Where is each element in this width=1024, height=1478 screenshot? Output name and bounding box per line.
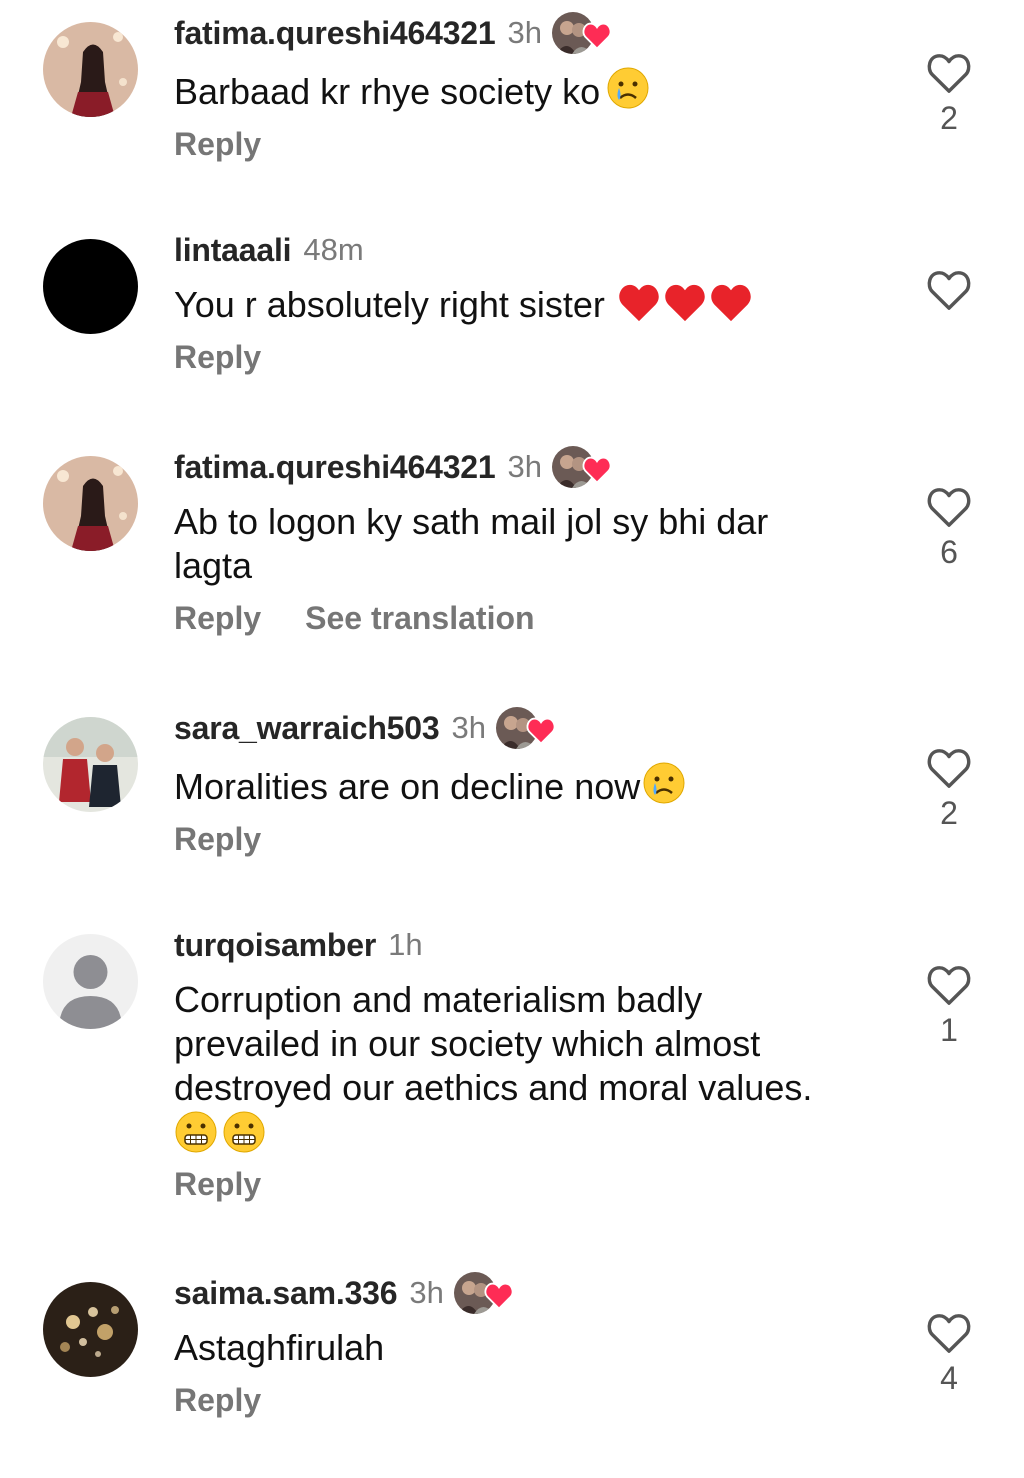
red-heart-icon xyxy=(617,283,661,323)
timestamp: 3h xyxy=(507,449,542,484)
heart-outline-icon[interactable] xyxy=(926,964,972,1006)
like-count: 1 xyxy=(940,1012,958,1048)
username[interactable]: saima.sam.336 xyxy=(174,1275,398,1312)
comment-text: Ab to logon ky sath mail jol sy bhi dar … xyxy=(174,501,769,586)
heart-outline-icon[interactable] xyxy=(926,269,972,311)
avatar[interactable] xyxy=(43,456,138,551)
heart-icon xyxy=(582,22,612,50)
like-count: 2 xyxy=(940,100,958,136)
reply-button[interactable]: Reply xyxy=(174,600,261,637)
comment-text: Corruption and materialism badly prevail… xyxy=(174,979,813,1108)
avatar[interactable] xyxy=(43,1282,138,1377)
creator-liked-badge xyxy=(495,705,560,751)
comment-text: Astaghfirulah xyxy=(174,1327,385,1368)
grimacing-face-icon xyxy=(174,1110,218,1154)
like-count: 4 xyxy=(940,1360,958,1396)
reply-button[interactable]: Reply xyxy=(174,1382,261,1419)
heart-outline-icon[interactable] xyxy=(926,52,972,94)
reply-button[interactable]: Reply xyxy=(174,1166,261,1203)
comment-text: Barbaad kr rhye society ko xyxy=(174,66,874,114)
timestamp: 3h xyxy=(507,15,542,50)
heart-icon xyxy=(582,456,612,484)
reply-button[interactable]: Reply xyxy=(174,339,261,376)
heart-icon xyxy=(526,717,556,745)
timestamp: 1h xyxy=(388,927,423,962)
heart-outline-icon[interactable] xyxy=(926,747,972,789)
emoji-row xyxy=(174,1110,874,1154)
see-translation-button[interactable]: See translation xyxy=(305,600,534,637)
like-count: 6 xyxy=(940,534,958,570)
creator-liked-badge xyxy=(552,10,616,56)
heart-icon xyxy=(484,1282,514,1310)
heart-outline-icon[interactable] xyxy=(926,1312,972,1354)
username[interactable]: fatima.qureshi464321 xyxy=(174,449,496,486)
comment-text: Moralities are on decline now xyxy=(174,761,874,809)
crying-face-icon xyxy=(606,66,650,110)
username[interactable]: turqoisamber xyxy=(174,927,376,964)
comment-text: You r absolutely right sister xyxy=(174,283,874,327)
like-count xyxy=(914,315,984,355)
avatar[interactable] xyxy=(43,934,138,1029)
red-heart-icon xyxy=(709,283,753,323)
reply-button[interactable]: Reply xyxy=(174,821,261,858)
grimacing-face-icon xyxy=(222,1110,266,1154)
avatar[interactable] xyxy=(43,22,138,117)
timestamp: 48m xyxy=(303,232,364,267)
crying-face-icon xyxy=(642,761,686,805)
red-heart-icon xyxy=(663,283,707,323)
creator-liked-badge xyxy=(453,1270,518,1316)
timestamp: 3h xyxy=(451,710,486,745)
reply-button[interactable]: Reply xyxy=(174,126,261,163)
username[interactable]: fatima.qureshi464321 xyxy=(174,15,496,52)
username[interactable]: lintaaali xyxy=(174,232,292,269)
like-count: 2 xyxy=(940,795,958,831)
avatar[interactable] xyxy=(43,717,138,812)
creator-liked-badge xyxy=(552,444,616,490)
heart-outline-icon[interactable] xyxy=(926,486,972,528)
timestamp: 3h xyxy=(409,1275,444,1310)
avatar[interactable] xyxy=(43,239,138,334)
username[interactable]: sara_warraich503 xyxy=(174,710,440,747)
